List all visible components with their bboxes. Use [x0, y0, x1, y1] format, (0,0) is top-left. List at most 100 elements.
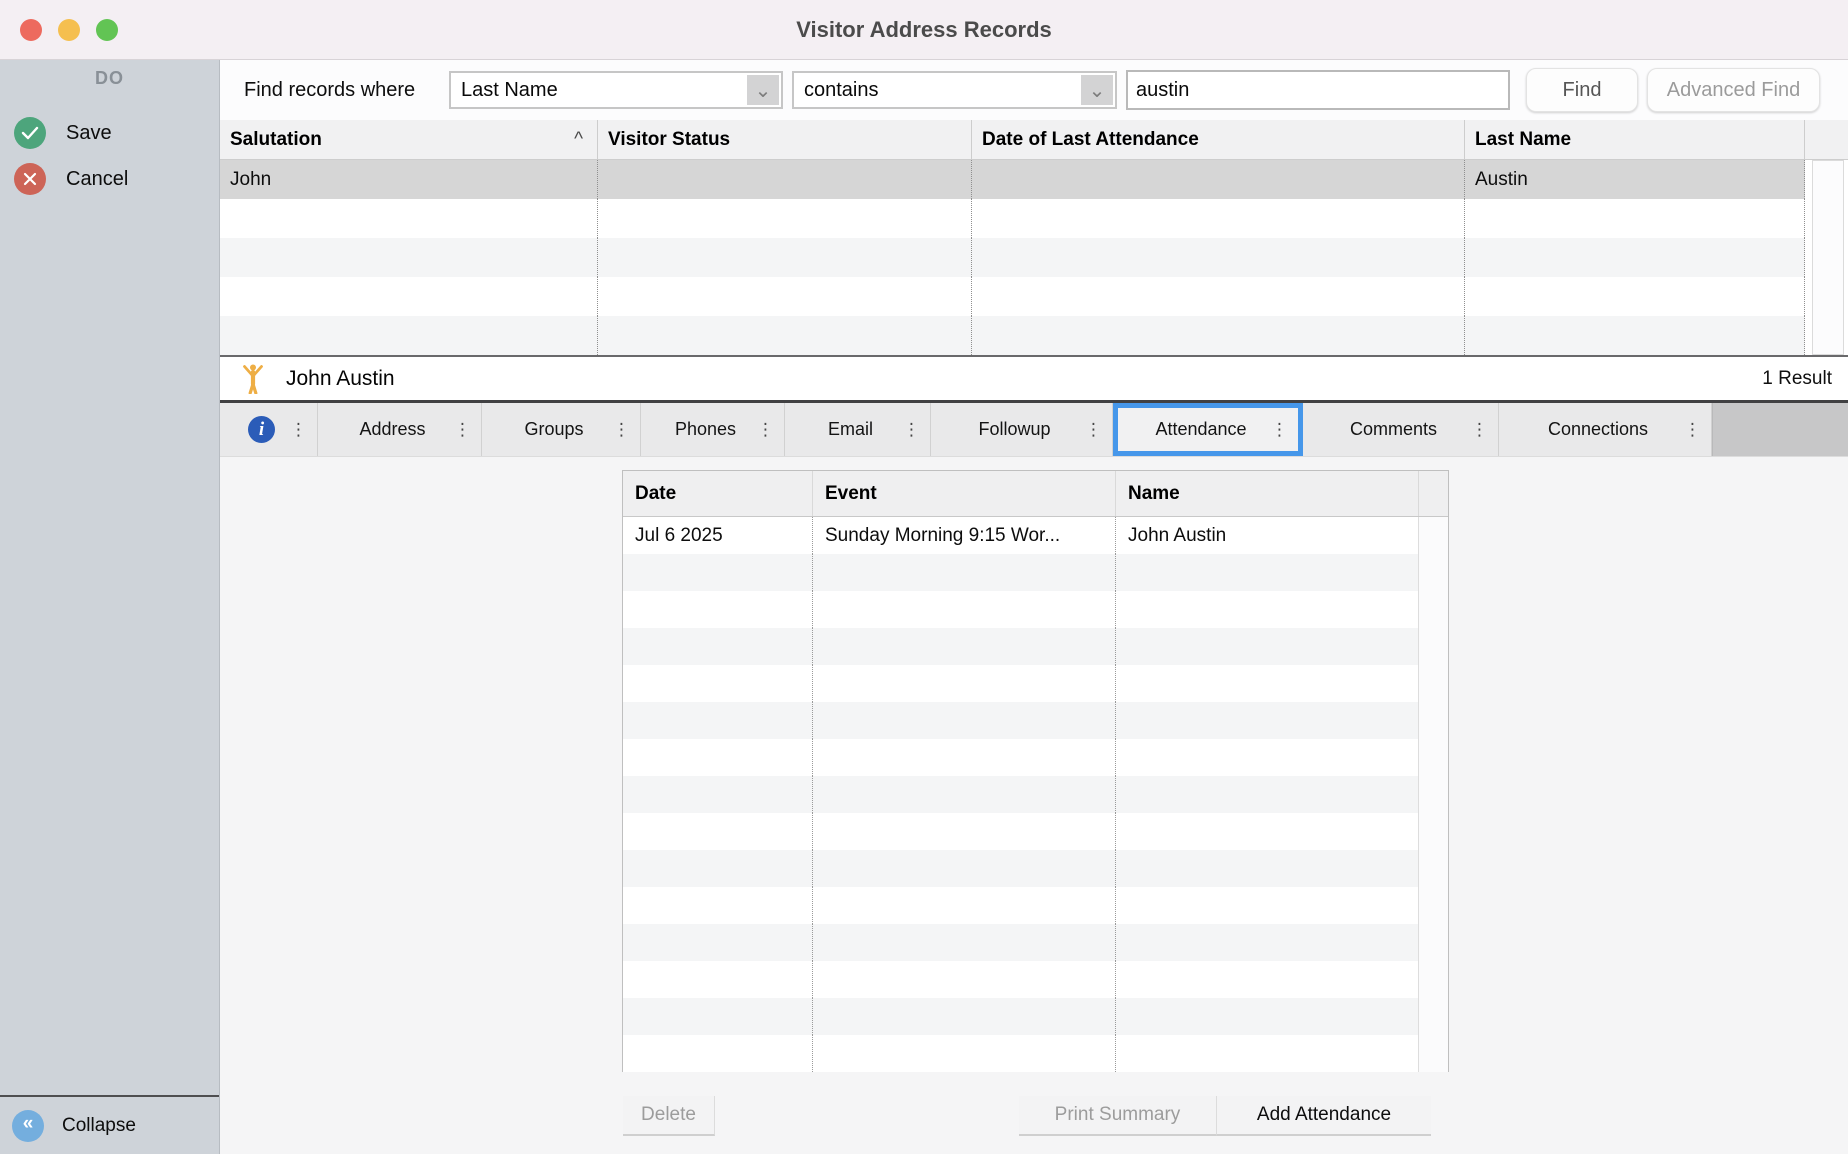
- tab-label: Followup: [978, 419, 1064, 440]
- result-count: 1 Result: [1762, 357, 1832, 400]
- attendance-row-7[interactable]: [623, 739, 1448, 776]
- tab-menu-dots-icon[interactable]: ⋮: [757, 420, 774, 440]
- attendance-column-header-event[interactable]: Event: [813, 471, 1116, 516]
- app-window: Visitor Address Records DO Save Cancel «…: [0, 0, 1848, 1154]
- add-attendance-button[interactable]: Add Attendance: [1217, 1096, 1431, 1136]
- field-dropdown-value: Last Name: [461, 73, 558, 107]
- results-row-3[interactable]: [220, 238, 1848, 277]
- tab-groups[interactable]: Groups⋮: [482, 403, 641, 456]
- tab-menu-dots-icon[interactable]: ⋮: [454, 420, 471, 440]
- attendance-column-header-date[interactable]: Date: [623, 471, 813, 516]
- results-cell: [972, 160, 1465, 199]
- attendance-row-gutter[interactable]: [1419, 517, 1448, 554]
- attendance-row-9[interactable]: [623, 813, 1448, 850]
- attendance-cell: [623, 961, 813, 998]
- tab-menu-dots-icon[interactable]: ⋮: [903, 420, 920, 440]
- attendance-cell: [813, 924, 1116, 961]
- results-row-2[interactable]: [220, 199, 1848, 238]
- tab-menu-dots-icon[interactable]: ⋮: [1471, 420, 1488, 440]
- sort-ascending-icon: ^: [574, 120, 583, 159]
- column-header-date-of-last-attendance[interactable]: Date of Last Attendance: [972, 120, 1465, 159]
- attendance-cell: [623, 776, 813, 813]
- tab-email[interactable]: Email⋮: [785, 403, 931, 456]
- attendance-row-8[interactable]: [623, 776, 1448, 813]
- tab-address[interactable]: Address⋮: [318, 403, 482, 456]
- attendance-row-gutter[interactable]: [1419, 665, 1448, 702]
- attendance-row-13[interactable]: [623, 961, 1448, 998]
- attendance-row-gutter[interactable]: [1419, 776, 1448, 813]
- attendance-row-6[interactable]: [623, 702, 1448, 739]
- attendance-row-gutter[interactable]: [1419, 924, 1448, 961]
- attendance-row-14[interactable]: [623, 998, 1448, 1035]
- collapse-button[interactable]: « Collapse: [0, 1095, 219, 1154]
- tab-attendance[interactable]: Attendance⋮: [1113, 403, 1303, 456]
- results-row-5[interactable]: [220, 316, 1848, 355]
- tab-menu-dots-icon[interactable]: ⋮: [1271, 420, 1288, 440]
- attendance-row-3[interactable]: [623, 591, 1448, 628]
- attendance-row-gutter[interactable]: [1419, 554, 1448, 591]
- attendance-row-11[interactable]: [623, 887, 1448, 924]
- attendance-cell: [1116, 554, 1419, 591]
- results-cell: [598, 277, 972, 316]
- attendance-row-gutter[interactable]: [1419, 813, 1448, 850]
- attendance-row-4[interactable]: [623, 628, 1448, 665]
- tab-followup[interactable]: Followup ⋮: [931, 403, 1113, 456]
- tab-menu-dots-icon[interactable]: ⋮: [1684, 420, 1701, 440]
- attendance-row-gutter[interactable]: [1419, 887, 1448, 924]
- attendance-row-gutter[interactable]: [1419, 739, 1448, 776]
- search-input[interactable]: [1126, 70, 1510, 110]
- tab-comments[interactable]: Comments⋮: [1303, 403, 1499, 456]
- attendance-row-gutter[interactable]: [1419, 1035, 1448, 1072]
- column-header-label: Date of Last Attendance: [982, 129, 1199, 151]
- column-header-last-name[interactable]: Last Name: [1465, 120, 1805, 159]
- attendance-row-gutter[interactable]: [1419, 850, 1448, 887]
- results-cell: [220, 199, 598, 238]
- save-button[interactable]: Save: [0, 112, 219, 154]
- attendance-row-gutter[interactable]: [1419, 628, 1448, 665]
- print-summary-button[interactable]: Print Summary: [1019, 1096, 1217, 1136]
- attendance-row-gutter[interactable]: [1419, 961, 1448, 998]
- tab-info[interactable]: i ⋮: [220, 403, 318, 456]
- attendance-cell: [1116, 887, 1419, 924]
- column-header-visitor-status[interactable]: Visitor Status: [598, 120, 972, 159]
- tab-connections[interactable]: Connections⋮: [1499, 403, 1712, 456]
- attendance-row-1[interactable]: Jul 6 2025Sunday Morning 9:15 Wor...John…: [623, 517, 1448, 554]
- tab-label: Phones: [675, 419, 750, 440]
- attendance-row-12[interactable]: [623, 924, 1448, 961]
- tab-menu-dots-icon[interactable]: ⋮: [1085, 420, 1102, 440]
- attendance-row-15[interactable]: [623, 1035, 1448, 1072]
- attendance-cell: [623, 998, 813, 1035]
- column-header-salutation[interactable]: Salutation^: [220, 120, 598, 159]
- attendance-cell: [623, 702, 813, 739]
- tab-menu-dots-icon[interactable]: ⋮: [613, 420, 630, 440]
- results-cell: [1465, 277, 1805, 316]
- attendance-column-header-name[interactable]: Name: [1116, 471, 1419, 516]
- operator-dropdown[interactable]: contains ⌄: [792, 71, 1117, 109]
- results-row-1[interactable]: JohnAustin: [220, 160, 1848, 199]
- attendance-cell: [1116, 1035, 1419, 1072]
- tab-bar: i ⋮ Address⋮Groups⋮Phones⋮Email⋮Followup…: [220, 403, 1848, 457]
- attendance-cell: [1116, 776, 1419, 813]
- attendance-row-gutter[interactable]: [1419, 591, 1448, 628]
- field-dropdown[interactable]: Last Name ⌄: [449, 71, 783, 109]
- find-button[interactable]: Find: [1526, 68, 1638, 112]
- info-icon: i: [248, 416, 275, 443]
- vertical-scrollbar[interactable]: [1812, 160, 1844, 355]
- find-bar: Find records where Last Name ⌄ contains …: [220, 60, 1848, 120]
- attendance-row-5[interactable]: [623, 665, 1448, 702]
- attendance-row-gutter[interactable]: [1419, 702, 1448, 739]
- tab-menu-dots-icon[interactable]: ⋮: [290, 420, 307, 440]
- attendance-row-gutter[interactable]: [1419, 998, 1448, 1035]
- cancel-button[interactable]: Cancel: [0, 158, 219, 200]
- attendance-cell: [813, 702, 1116, 739]
- attendance-row-10[interactable]: [623, 850, 1448, 887]
- results-cell: John: [220, 160, 598, 199]
- attendance-cell: [1116, 813, 1419, 850]
- attendance-row-2[interactable]: [623, 554, 1448, 591]
- advanced-find-button[interactable]: Advanced Find: [1647, 68, 1820, 112]
- tab-phones[interactable]: Phones ⋮: [641, 403, 785, 456]
- attendance-cell: [1116, 702, 1419, 739]
- results-row-4[interactable]: [220, 277, 1848, 316]
- delete-button[interactable]: Delete: [623, 1096, 715, 1136]
- attendance-cell: [813, 739, 1116, 776]
